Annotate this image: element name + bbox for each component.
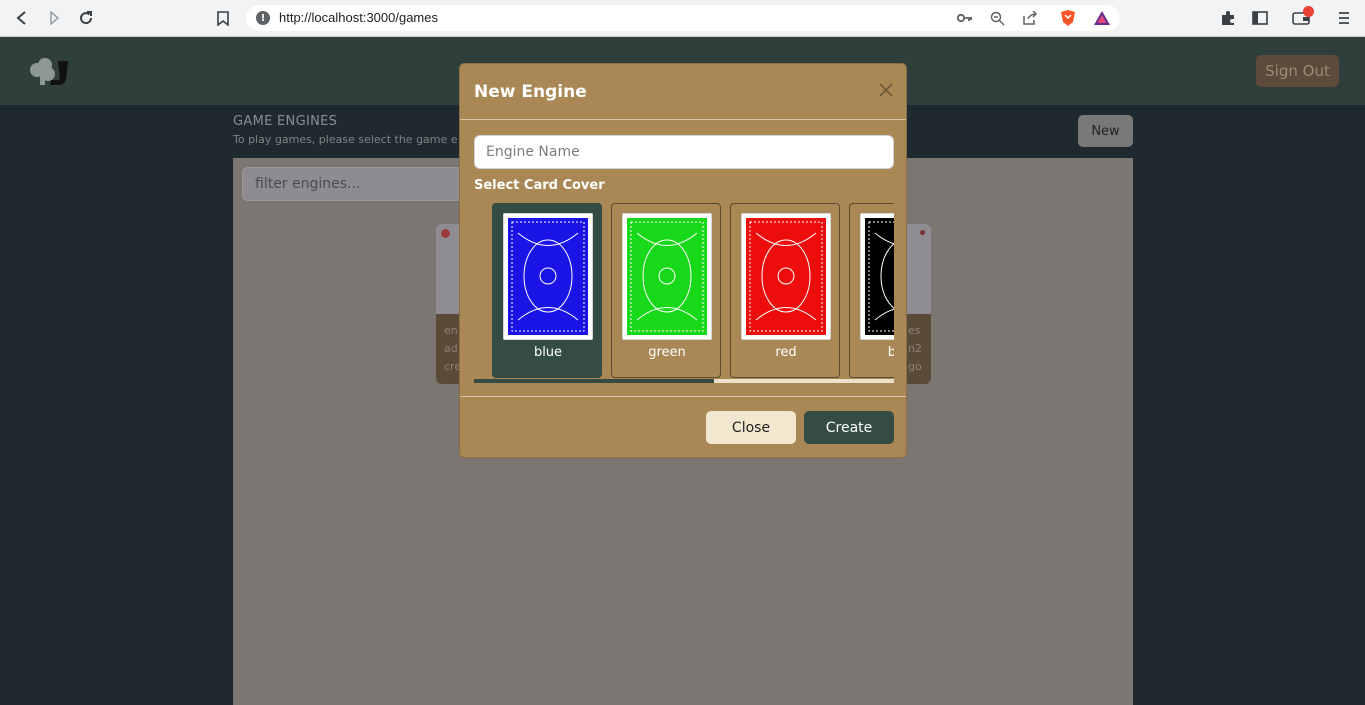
cover-label: blue bbox=[533, 345, 563, 360]
notification-badge bbox=[1303, 6, 1314, 17]
cover-label: red bbox=[775, 345, 797, 360]
new-engine-modal: New Engine Engine Name Select Card Cover… bbox=[459, 63, 907, 458]
cover-label: black bbox=[887, 345, 894, 360]
cover-option-red[interactable]: red bbox=[730, 203, 840, 378]
create-button[interactable]: Create bbox=[804, 411, 894, 444]
cover-option-green[interactable]: green bbox=[611, 203, 721, 378]
extensions-icon[interactable] bbox=[1217, 7, 1239, 29]
cover-option-black[interactable]: black bbox=[849, 203, 894, 378]
key-icon[interactable] bbox=[956, 9, 974, 27]
card-back-image bbox=[860, 213, 894, 340]
card-back-image bbox=[503, 213, 593, 340]
forward-icon[interactable] bbox=[42, 6, 66, 30]
card-cover-label: Select Card Cover bbox=[474, 178, 605, 193]
menu-icon[interactable] bbox=[1333, 7, 1355, 29]
card-cover-carousel[interactable]: blue green red b bbox=[474, 203, 894, 383]
close-button[interactable]: Close bbox=[706, 411, 796, 444]
close-icon[interactable] bbox=[874, 78, 898, 102]
browser-toolbar: ! http://localhost:3000/games bbox=[0, 0, 1365, 37]
cover-option-blue[interactable]: blue bbox=[492, 203, 602, 378]
modal-header-divider bbox=[460, 119, 906, 120]
modal-footer-divider bbox=[460, 396, 906, 397]
zoom-icon[interactable] bbox=[988, 9, 1006, 27]
carousel-scroll-thumb[interactable] bbox=[474, 379, 714, 383]
back-icon[interactable] bbox=[10, 6, 34, 30]
cover-label: green bbox=[648, 345, 686, 360]
bookmark-icon[interactable] bbox=[211, 6, 235, 30]
modal-title: New Engine bbox=[474, 82, 587, 102]
sidebar-icon[interactable] bbox=[1249, 7, 1271, 29]
card-back-image bbox=[741, 213, 831, 340]
carousel-scrollbar[interactable] bbox=[474, 379, 894, 383]
address-bar[interactable]: ! http://localhost:3000/games bbox=[246, 5, 1120, 31]
info-icon[interactable]: ! bbox=[256, 11, 270, 25]
url-text[interactable]: http://localhost:3000/games bbox=[279, 10, 438, 25]
engine-name-input[interactable]: Engine Name bbox=[474, 135, 894, 169]
share-icon[interactable] bbox=[1020, 9, 1038, 27]
reload-icon[interactable] bbox=[74, 6, 98, 30]
card-back-image bbox=[622, 213, 712, 340]
rewards-icon[interactable] bbox=[1093, 9, 1111, 27]
brave-shield-icon[interactable] bbox=[1059, 9, 1077, 27]
